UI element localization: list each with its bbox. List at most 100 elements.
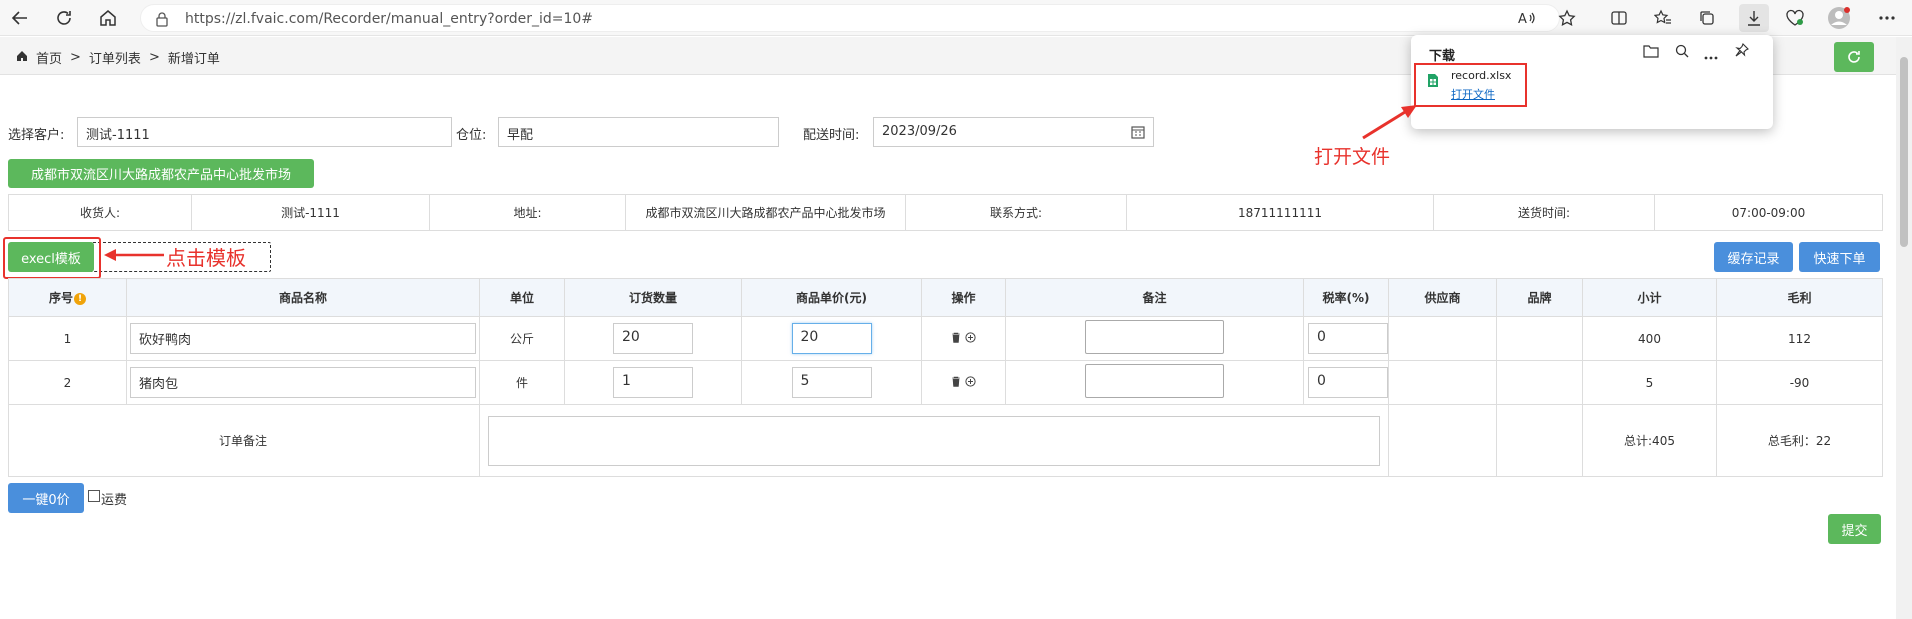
breadcrumb-separator: >	[70, 50, 81, 65]
contact-label: 联系方式:	[905, 194, 1127, 231]
order-items-table: 序号! 商品名称 单位 订货数量 商品单价(元) 操作 备注 税率(%) 供应商…	[8, 278, 1883, 477]
col-header-profit: 毛利	[1716, 278, 1883, 317]
download-panel: 下载 record.xlsx 打开文件	[1411, 35, 1773, 129]
col-header-brand: 品牌	[1496, 278, 1583, 317]
open-file-link[interactable]: 打开文件	[1451, 86, 1495, 102]
freight-checkbox[interactable]	[88, 490, 100, 502]
delivery-time-label: 送货时间:	[1433, 194, 1655, 231]
quantity-input[interactable]: 20	[613, 323, 693, 354]
favorites-icon[interactable]	[1651, 6, 1675, 30]
annotation-click-template: 点击模板	[166, 246, 246, 270]
breadcrumb-current: 新增订单	[167, 52, 220, 67]
remark-textarea[interactable]	[1085, 364, 1224, 398]
search-icon[interactable]	[1675, 44, 1689, 61]
excel-template-button[interactable]: execl模板	[8, 242, 94, 272]
download-panel-title: 下载	[1429, 49, 1456, 64]
back-icon[interactable]	[8, 6, 32, 30]
excel-file-icon	[1427, 73, 1439, 91]
add-row-icon[interactable]	[965, 375, 976, 390]
col-header-index: 序号!	[8, 278, 127, 317]
address-label: 地址:	[429, 194, 626, 231]
col-header-supplier: 供应商	[1388, 278, 1497, 317]
browser-toolbar: https://zl.fvaic.com/Recorder/manual_ent…	[0, 0, 1912, 36]
delivery-date-value: 2023/09/26	[882, 124, 957, 139]
receiver-value: 测试-1111	[191, 194, 430, 231]
quantity-input[interactable]: 1	[613, 367, 693, 398]
delete-icon[interactable]	[951, 376, 961, 390]
tax-rate-input[interactable]: 0	[1308, 323, 1388, 354]
order-note-row: 订单备注 总计:405 总毛利：22	[8, 404, 1883, 477]
split-screen-icon[interactable]	[1607, 6, 1631, 30]
order-note-label: 订单备注	[8, 404, 480, 477]
unit-price-input[interactable]: 5	[791, 367, 872, 398]
brand-cell	[1496, 316, 1583, 361]
annotation-arrow-icon	[1362, 105, 1417, 140]
delivery-date-input[interactable]: 2023/09/26	[873, 117, 1154, 147]
unit-value: 件	[479, 360, 565, 405]
address-value: 成都市双流区川大路成都农产品中心批发市场	[625, 194, 906, 231]
remark-textarea[interactable]	[1085, 320, 1224, 354]
favorite-star-icon[interactable]	[1555, 6, 1579, 30]
more-menu-icon[interactable]	[1875, 6, 1899, 30]
cache-records-button[interactable]: 缓存记录	[1714, 242, 1793, 272]
address-bar[interactable]: https://zl.fvaic.com/Recorder/manual_ent…	[140, 4, 1560, 32]
delivery-date-label: 配送时间:	[803, 128, 860, 143]
refresh-icon	[1848, 51, 1860, 63]
product-name-input[interactable]: 砍好鸭肉	[130, 323, 476, 354]
total-profit-value: 总毛利：22	[1716, 404, 1883, 477]
home-icon	[16, 50, 28, 66]
calendar-icon[interactable]	[1131, 125, 1145, 143]
pin-icon[interactable]	[1735, 43, 1749, 60]
home-icon[interactable]	[96, 6, 120, 30]
download-file-name: record.xlsx	[1451, 69, 1512, 82]
table-header-row: 序号! 商品名称 单位 订货数量 商品单价(元) 操作 备注 税率(%) 供应商…	[8, 278, 1883, 317]
profile-avatar-icon[interactable]	[1827, 6, 1851, 30]
submit-button[interactable]: 提交	[1828, 514, 1881, 544]
tax-rate-input[interactable]: 0	[1308, 367, 1388, 398]
receiver-label: 收货人:	[8, 194, 192, 231]
product-name-input[interactable]: 猪肉包	[130, 367, 476, 398]
subtotal-value: 5	[1582, 360, 1717, 405]
delivery-info-table: 收货人: 测试-1111 地址: 成都市双流区川大路成都农产品中心批发市场 联系…	[8, 194, 1883, 231]
scroll-thumb[interactable]	[1900, 57, 1908, 247]
page-scrollbar[interactable]	[1896, 37, 1912, 619]
table-row: 1 砍好鸭肉 公斤 20 20 0 400 112	[8, 316, 1883, 361]
col-header-tax: 税率(%)	[1303, 278, 1389, 317]
breadcrumb-home[interactable]: 首页	[36, 48, 62, 67]
lock-icon	[155, 11, 169, 30]
breadcrumb-separator: >	[148, 50, 160, 65]
delete-icon[interactable]	[951, 332, 961, 346]
unit-price-input[interactable]: 20	[791, 323, 872, 354]
col-header-subtotal: 小计	[1582, 278, 1717, 317]
warehouse-label: 仓位:	[456, 128, 487, 143]
add-row-icon[interactable]	[965, 331, 976, 346]
browser-essentials-icon[interactable]	[1783, 6, 1807, 30]
supplier-cell	[1388, 404, 1497, 477]
col-header-name: 商品名称	[126, 278, 480, 317]
svg-text:A: A	[1518, 12, 1527, 26]
warehouse-input[interactable]: 早配	[498, 117, 779, 147]
open-folder-icon[interactable]	[1643, 44, 1659, 61]
zero-price-button[interactable]: 一键0价	[8, 483, 84, 513]
col-header-price: 商品单价(元)	[741, 278, 922, 317]
brand-cell	[1496, 360, 1583, 405]
download-icon[interactable]	[1739, 4, 1769, 32]
col-header-unit: 单位	[479, 278, 565, 317]
freight-label: 运费	[101, 493, 128, 508]
reload-icon[interactable]	[52, 6, 76, 30]
subtotal-value: 400	[1582, 316, 1717, 361]
order-note-input[interactable]	[488, 415, 1380, 466]
breadcrumb-order-list[interactable]: 订单列表	[89, 48, 141, 67]
col-header-actions: 操作	[921, 278, 1006, 317]
contact-value: 18711111111	[1126, 194, 1434, 231]
address-button[interactable]: 成都市双流区川大路成都农产品中心批发市场	[8, 159, 314, 188]
more-options-icon[interactable]	[1704, 49, 1718, 63]
quick-order-button[interactable]: 快速下单	[1799, 242, 1880, 272]
row-index: 1	[8, 316, 127, 361]
customer-input[interactable]: 测试-1111	[77, 117, 452, 147]
collections-icon[interactable]	[1695, 6, 1719, 30]
annotation-open-file: 打开文件	[1314, 146, 1391, 168]
read-aloud-icon[interactable]: A	[1515, 6, 1539, 30]
refresh-button[interactable]	[1834, 42, 1874, 72]
info-icon[interactable]: !	[74, 292, 86, 305]
